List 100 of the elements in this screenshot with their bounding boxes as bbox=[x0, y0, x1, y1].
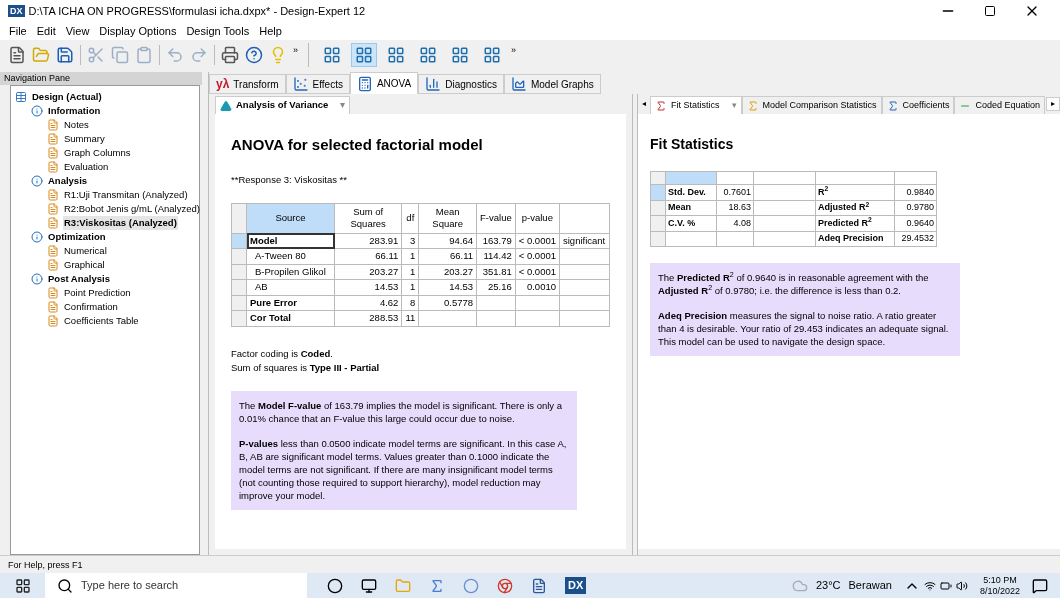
scroll-left-arrow[interactable]: ◂ bbox=[638, 98, 650, 110]
overflow-chevron[interactable]: » bbox=[511, 44, 517, 58]
tree-item[interactable]: R3:Viskositas (Analyzed) bbox=[63, 215, 178, 231]
table-cell bbox=[515, 295, 560, 311]
task-view-icon[interactable] bbox=[327, 577, 343, 594]
info-paragraph: The Predicted R$^{2}$ of 0.9640 is in reasonable agreement with the Adjusted R$^{2}$ of 0.9780; i.e. the difference is less than 0.2. bbox=[658, 271, 930, 297]
document-icon[interactable] bbox=[531, 577, 547, 594]
tree-item[interactable]: Information bbox=[47, 103, 102, 119]
tree-item[interactable]: Graph Columns bbox=[63, 145, 132, 161]
menu-item[interactable]: Help bbox=[254, 22, 287, 40]
table-cell: Adjusted R$^{2}$ bbox=[818, 202, 870, 212]
column-header: F-value bbox=[476, 203, 516, 234]
app-icon[interactable] bbox=[463, 577, 479, 594]
search-icon bbox=[57, 577, 73, 594]
tree-node-icon bbox=[47, 119, 59, 131]
start-icon[interactable] bbox=[14, 577, 31, 594]
table-cell: 94.64 bbox=[418, 233, 477, 249]
sub-tab[interactable]: Model Comparison Statistics bbox=[741, 96, 882, 114]
table-cell: 14.53 bbox=[418, 279, 477, 296]
table-cell bbox=[559, 264, 610, 280]
toolbar-icon[interactable] bbox=[56, 46, 74, 64]
toolbar-icon[interactable] bbox=[8, 46, 26, 64]
table-cell bbox=[418, 310, 477, 327]
toolbar-icon[interactable] bbox=[245, 46, 263, 64]
menu-item[interactable]: View bbox=[60, 22, 95, 40]
tree-node-icon bbox=[47, 315, 59, 327]
info-paragraph: Adeq Precision measures the signal to noise ratio. A ratio greater than 4 is desirable. Your ratio of 29.453 indicates an adequate signal. This model can be used to navigate the design space. bbox=[658, 309, 950, 348]
layout-button[interactable] bbox=[351, 43, 377, 67]
menu-item[interactable]: Design Tools bbox=[181, 22, 255, 40]
overflow-chevron[interactable]: » bbox=[293, 44, 298, 58]
tab[interactable]: Effects bbox=[285, 74, 350, 94]
tree-item[interactable]: Analysis bbox=[47, 173, 89, 189]
table-cell: 163.79 bbox=[476, 233, 516, 249]
menu-item[interactable]: Edit bbox=[31, 22, 61, 40]
tree-item[interactable]: R2:Bobot Jenis g/mL (Analyzed) bbox=[63, 201, 201, 217]
sigma-icon bbox=[655, 99, 667, 112]
app-logo: DX bbox=[8, 5, 25, 17]
table-cell: Adeq Precision bbox=[818, 233, 884, 243]
app-icon[interactable] bbox=[429, 577, 445, 594]
sub-tab[interactable]: Fit Statistics ▾ bbox=[650, 96, 742, 114]
tree-item[interactable]: Summary bbox=[63, 131, 106, 147]
table-cell: 0.7601 bbox=[723, 186, 751, 197]
tab[interactable]: ANOVA bbox=[349, 72, 419, 94]
network-icon[interactable] bbox=[923, 579, 936, 592]
volume-icon[interactable] bbox=[955, 579, 968, 592]
tree-item[interactable]: Coefficients Table bbox=[63, 313, 140, 329]
tree-node-icon bbox=[31, 175, 43, 187]
table-cell: 8 bbox=[401, 295, 419, 311]
table-cell: 0.0010 bbox=[515, 279, 560, 296]
pane-header: Navigation Pane bbox=[0, 72, 202, 85]
tree-item[interactable]: Confirmation bbox=[63, 299, 119, 315]
tree-node-icon bbox=[47, 133, 59, 145]
tab[interactable]: Diagnostics bbox=[418, 74, 504, 94]
search-field[interactable]: Type here to search bbox=[45, 573, 307, 598]
sub-tab[interactable]: Coefficients bbox=[881, 96, 955, 114]
tab[interactable]: yλ Transform bbox=[209, 74, 286, 94]
sub-tab[interactable]: Analysis of Variance ▾ bbox=[215, 96, 351, 114]
tree-item[interactable]: Evaluation bbox=[63, 159, 110, 175]
menu-item[interactable]: Display Options bbox=[94, 22, 182, 40]
tree-item[interactable]: Optimization bbox=[47, 229, 107, 245]
tree-node-icon bbox=[47, 189, 59, 201]
tree-item[interactable]: Graphical bbox=[63, 257, 106, 273]
tree-item[interactable]: R1:Uji Transmitan (Analyzed) bbox=[63, 187, 189, 203]
tree-item[interactable]: Design (Actual) bbox=[31, 89, 103, 105]
tree-node-icon bbox=[15, 91, 27, 103]
table-cell: 0.9780 bbox=[906, 202, 934, 212]
table-cell: B-Propilen Glikol bbox=[246, 264, 335, 280]
table-cell: 1 bbox=[401, 264, 419, 280]
table-cell: 203.27 bbox=[334, 264, 402, 280]
window-title: D:\TA ICHA ON PROGRESS\formulasi icha.dxpx* - Design-Expert 12 bbox=[28, 3, 366, 19]
dropdown-arrow[interactable]: ▾ bbox=[731, 98, 737, 113]
calculator-icon bbox=[356, 75, 373, 92]
dropdown-arrow[interactable]: ▾ bbox=[340, 98, 346, 113]
battery-icon[interactable] bbox=[939, 579, 952, 592]
browser-icon[interactable] bbox=[497, 577, 513, 594]
table-cell: A-Tween 80 bbox=[246, 248, 335, 265]
tab[interactable]: Model Graphs bbox=[503, 74, 601, 94]
note-text: Factor coding is Coded. bbox=[231, 346, 334, 361]
section-heading: Fit Statistics bbox=[650, 135, 735, 154]
column-header: Mean Square bbox=[418, 203, 477, 234]
tree-item[interactable]: Point Prediction bbox=[63, 285, 132, 301]
tree-item[interactable]: Post Analysis bbox=[47, 271, 111, 287]
tree-item[interactable]: Notes bbox=[63, 117, 90, 133]
notification-icon[interactable] bbox=[1032, 577, 1048, 594]
sub-tab[interactable]: Coded Equation bbox=[954, 96, 1045, 114]
table-cell: 283.91 bbox=[334, 233, 402, 249]
tree-node-icon bbox=[47, 161, 59, 173]
table-cell: Predicted R$^{2}$ bbox=[818, 217, 872, 228]
taskbar-app[interactable]: DX bbox=[565, 577, 587, 594]
restore-icon[interactable] bbox=[984, 5, 996, 17]
tree-item[interactable]: Numerical bbox=[63, 243, 108, 259]
menu-item[interactable]: File bbox=[4, 22, 32, 40]
toolbar-icon[interactable] bbox=[221, 46, 239, 64]
tree-node-icon bbox=[47, 245, 59, 257]
weather-text: Berawan bbox=[848, 578, 892, 594]
temperature: 23°C bbox=[815, 578, 841, 594]
table-cell: C.V. % bbox=[668, 217, 696, 228]
table-cell: 114.42 bbox=[476, 248, 516, 265]
table-cell bbox=[476, 295, 516, 311]
table-cell: 4.62 bbox=[334, 295, 402, 311]
